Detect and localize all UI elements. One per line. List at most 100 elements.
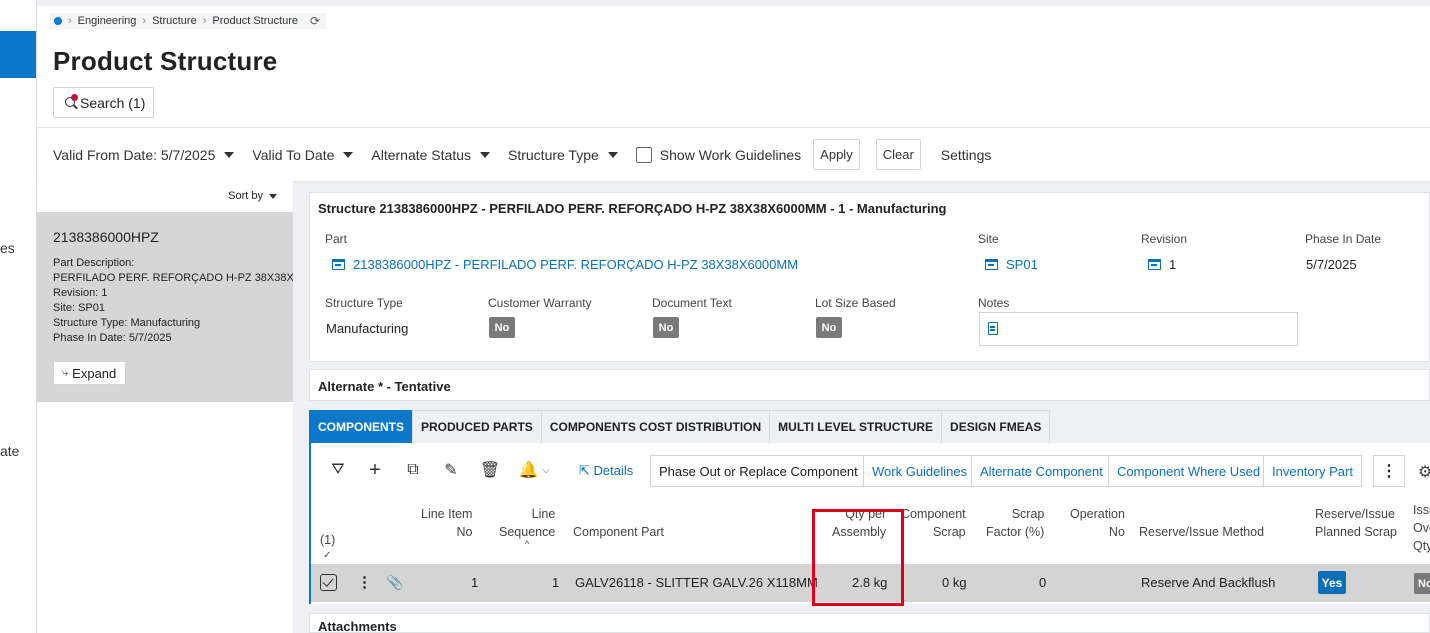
refresh-icon[interactable]: ⟳: [310, 14, 320, 28]
nav-item-fragment[interactable]: es: [0, 240, 15, 256]
col-label: Issu: [1413, 503, 1430, 517]
alternate-status-filter[interactable]: Alternate Status: [371, 147, 490, 163]
navigator-line: Revision: 1: [53, 287, 108, 299]
site-link[interactable]: SP01: [985, 257, 1038, 272]
attachment-icon[interactable]: 📎: [386, 574, 403, 591]
add-icon[interactable]: +: [366, 459, 384, 481]
details-label: Details: [593, 463, 634, 478]
col-component-part[interactable]: Component Part: [573, 523, 664, 541]
phase-out-replace-button[interactable]: Phase Out or Replace Component: [650, 455, 867, 487]
row-menu-icon[interactable]: ⋮: [357, 573, 372, 591]
alternate-component-button[interactable]: Alternate Component: [971, 455, 1112, 487]
col-label: Operation: [1070, 507, 1125, 521]
breadcrumb-structure[interactable]: Structure: [152, 15, 197, 27]
filter-bar: Valid From Date: 5/7/2025 Valid To Date …: [37, 127, 1430, 181]
revision-label: Revision: [1141, 232, 1188, 246]
planned-scrap-badge: Yes: [1318, 571, 1346, 594]
settings-link[interactable]: Settings: [941, 147, 992, 163]
delete-icon[interactable]: 🗑: [480, 461, 500, 479]
show-work-guidelines-checkbox[interactable]: [635, 146, 652, 163]
chevron-right-icon: ›: [68, 15, 72, 27]
structure-type-label: Structure Type: [325, 296, 403, 310]
valid-from-date-filter[interactable]: Valid From Date: 5/7/2025: [53, 147, 235, 163]
col-issue-overreported[interactable]: Issu Ove Qty: [1413, 501, 1430, 555]
valid-to-label: Valid To Date: [252, 146, 335, 163]
document-text-label: Document Text: [652, 296, 732, 310]
col-operation-no[interactable]: Operation No: [1070, 505, 1125, 541]
notes-icon[interactable]: [988, 322, 998, 335]
col-component-scrap[interactable]: Component Scrap: [901, 505, 966, 541]
notes-field[interactable]: [979, 312, 1298, 346]
phase-in-date-label: Phase In Date: [1305, 232, 1382, 246]
tab-design-fmeas[interactable]: DESIGN FMEAS: [941, 410, 1051, 443]
gear-icon[interactable]: ⚙: [1418, 462, 1430, 482]
valid-to-date-filter[interactable]: Valid To Date: [252, 146, 354, 163]
search-button-label: Search (1): [80, 94, 146, 111]
col-scrap-factor[interactable]: Scrap Factor (%): [986, 505, 1044, 541]
lot-size-based-label: Lot Size Based: [815, 296, 896, 310]
components-toolbar: ⛛ + ⧉ ✎ 🗑 🔔 ⌵ ⇱ Details Phase Out or Repl…: [311, 455, 1430, 487]
col-line-sequence[interactable]: Line Sequence ^: [499, 505, 555, 549]
apply-button[interactable]: Apply: [813, 139, 860, 170]
clear-button[interactable]: Clear: [875, 139, 921, 170]
work-guidelines-button[interactable]: Work Guidelines: [863, 455, 977, 487]
search-button[interactable]: Search (1): [53, 87, 154, 118]
duplicate-icon[interactable]: ⧉: [404, 461, 422, 479]
revision-value: 1: [1169, 257, 1177, 272]
component-where-used-button[interactable]: Component Where Used: [1108, 455, 1270, 487]
site-value: SP01: [1006, 257, 1038, 272]
details-icon: ⇱: [579, 463, 590, 478]
navigator-line: Structure Type: Manufacturing: [53, 317, 201, 329]
cell-component-part[interactable]: GALV26118 - SLITTER GALV.26 X118MM: [575, 575, 818, 590]
navigator-line: Phase In Date: 5/7/2025: [53, 332, 172, 344]
revision-link[interactable]: 1: [1148, 257, 1176, 272]
navigator-part-no: 2138386000HPZ: [53, 229, 159, 245]
navigator-line: Site: SP01: [53, 302, 105, 314]
col-reserve-issue-method[interactable]: Reserve/Issue Method: [1139, 523, 1264, 541]
col-label: No: [456, 525, 473, 539]
alternate-card: Alternate * - Tentative: [309, 369, 1430, 401]
issue-over-badge: No: [1414, 573, 1430, 594]
tab-components[interactable]: COMPONENTS: [309, 410, 414, 443]
col-label: Scrap: [932, 525, 966, 539]
check-icon[interactable]: ✓: [323, 547, 331, 565]
tab-multi-level-structure[interactable]: MULTI LEVEL STRUCTURE: [769, 410, 943, 443]
lot-size-based-badge: No: [816, 317, 842, 338]
tab-components-cost-distribution[interactable]: COMPONENTS COST DISTRIBUTION: [540, 410, 771, 443]
more-options-icon[interactable]: ⋮: [1373, 455, 1405, 487]
navigator-line: Part Description:: [53, 257, 135, 269]
tab-bar: COMPONENTS PRODUCED PARTS COMPONENTS COS…: [309, 410, 1051, 443]
col-reserve-issue-planned-scrap[interactable]: Reserve/Issue Planned Scrap: [1315, 505, 1397, 541]
navigator-record-card[interactable]: 2138386000HPZ Part Description: PERFILAD…: [37, 212, 293, 402]
show-work-guidelines-label: Show Work Guidelines: [659, 146, 802, 163]
structure-card: Structure 2138386000HPZ - PERFILADO PERF…: [309, 192, 1430, 362]
nav-active-item[interactable]: [0, 31, 36, 78]
row-checkbox[interactable]: [320, 574, 337, 591]
nav-item-fragment[interactable]: ate: [0, 443, 19, 459]
expand-button[interactable]: ⤷ Expand: [53, 361, 126, 385]
breadcrumb-product-structure: Product Structure: [212, 15, 298, 27]
inventory-part-button[interactable]: Inventory Part: [1263, 455, 1362, 487]
breadcrumb-engineering[interactable]: Engineering: [78, 15, 137, 27]
part-label: Part: [325, 232, 348, 246]
col-line-item-no[interactable]: Line Item No: [421, 505, 472, 541]
part-value: 2138386000HPZ - PERFILADO PERF. REFORÇAD…: [353, 257, 799, 272]
caret-down-icon: [269, 193, 277, 199]
col-label: Planned Scrap: [1315, 525, 1398, 539]
search-icon: [64, 93, 78, 110]
edit-icon[interactable]: ✎: [442, 461, 460, 479]
home-icon[interactable]: [54, 17, 62, 25]
part-link[interactable]: 2138386000HPZ - PERFILADO PERF. REFORÇAD…: [332, 257, 798, 272]
tab-produced-parts[interactable]: PRODUCED PARTS: [412, 410, 542, 443]
record-icon: [332, 259, 345, 270]
sort-by-label: Sort by: [228, 190, 263, 202]
notification-bell-icon[interactable]: 🔔 ⌵: [519, 461, 550, 479]
sort-by-dropdown[interactable]: Sort by: [228, 190, 277, 202]
show-work-guidelines-toggle[interactable]: Show Work Guidelines: [635, 146, 802, 163]
structure-type-filter[interactable]: Structure Type: [508, 147, 618, 163]
chevron-right-icon: ›: [202, 15, 207, 27]
filter-icon[interactable]: ⛛: [329, 461, 347, 479]
navigator-panel: Sort by 2138386000HPZ Part Description: …: [37, 181, 293, 633]
details-link[interactable]: ⇱ Details: [579, 463, 633, 479]
page-header: › Engineering › Structure › Product Stru…: [37, 6, 1430, 128]
